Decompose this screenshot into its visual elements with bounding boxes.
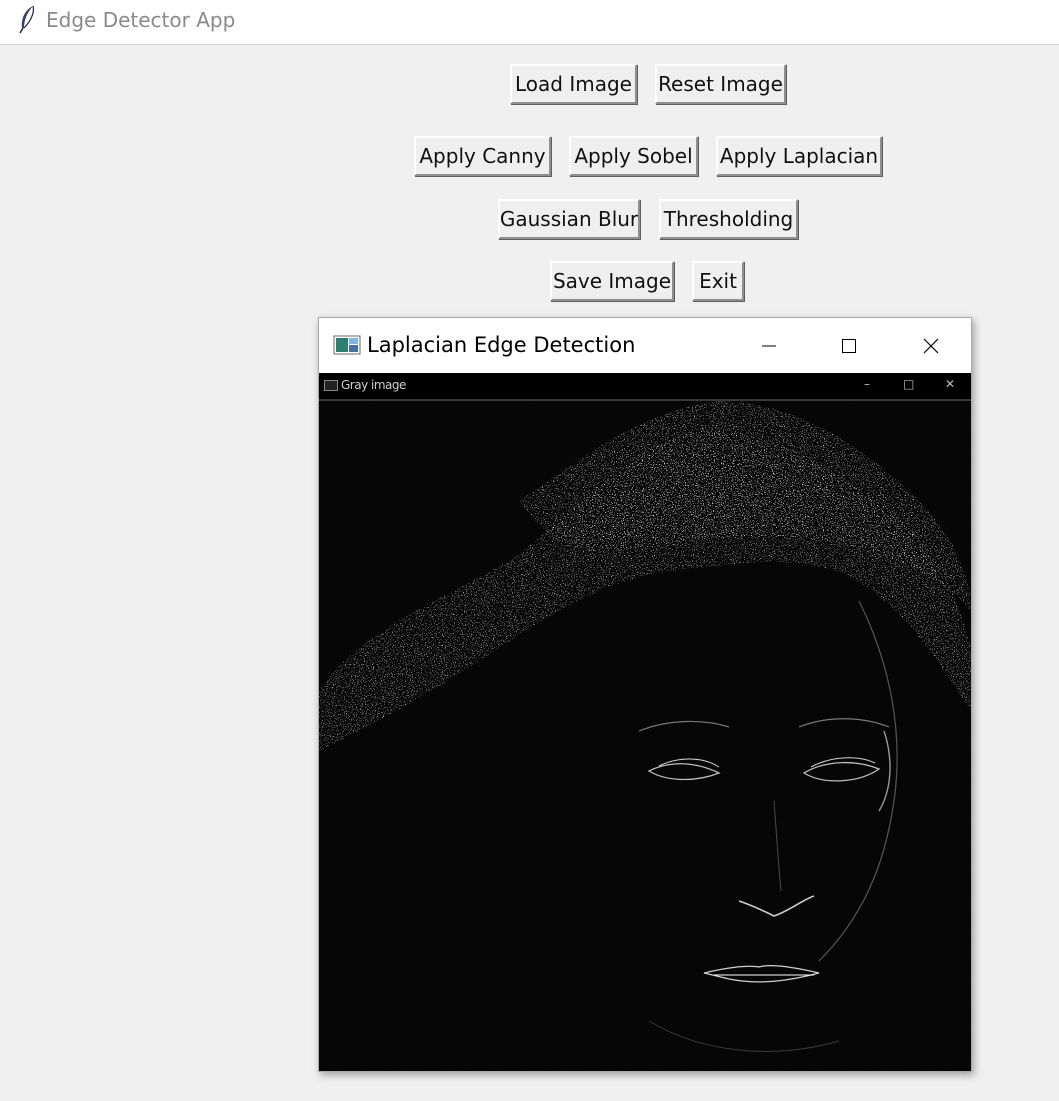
minimize-button[interactable] — [729, 318, 809, 373]
maximize-icon — [842, 338, 856, 353]
save-image-button[interactable]: Save Image — [550, 261, 674, 301]
inner-maximize-icon[interactable]: □ — [903, 377, 914, 391]
inner-window-title: Gray image — [341, 378, 406, 392]
thresholding-button[interactable]: Thresholding — [659, 199, 798, 239]
inner-image-window-bar: Gray image – □ ✕ — [319, 373, 971, 401]
gaussian-blur-button[interactable]: Gaussian Blur — [498, 199, 640, 239]
apply-laplacian-button[interactable]: Apply Laplacian — [716, 136, 882, 176]
feather-icon — [19, 5, 35, 34]
app-title: Edge Detector App — [46, 8, 236, 32]
result-window-titlebar[interactable]: Laplacian Edge Detection — [319, 318, 971, 373]
load-image-button[interactable]: Load Image — [510, 64, 637, 104]
exit-button[interactable]: Exit — [692, 261, 744, 301]
minimize-icon — [762, 345, 776, 346]
result-window-title: Laplacian Edge Detection — [367, 333, 636, 357]
apply-sobel-button[interactable]: Apply Sobel — [569, 136, 698, 176]
close-icon — [923, 338, 939, 353]
laplacian-result-window[interactable]: Laplacian Edge Detection Gray image – □ … — [318, 317, 972, 1072]
inner-minimize-icon[interactable]: – — [864, 377, 870, 391]
image-window-icon — [333, 335, 361, 355]
app-titlebar: Edge Detector App — [0, 0, 1059, 45]
close-button[interactable] — [891, 318, 971, 373]
maximize-button[interactable] — [809, 318, 889, 373]
apply-canny-button[interactable]: Apply Canny — [414, 136, 551, 176]
reset-image-button[interactable]: Reset Image — [655, 64, 786, 104]
inner-window-icon — [324, 380, 338, 391]
laplacian-edge-image — [319, 401, 971, 1071]
inner-close-icon[interactable]: ✕ — [945, 377, 955, 391]
